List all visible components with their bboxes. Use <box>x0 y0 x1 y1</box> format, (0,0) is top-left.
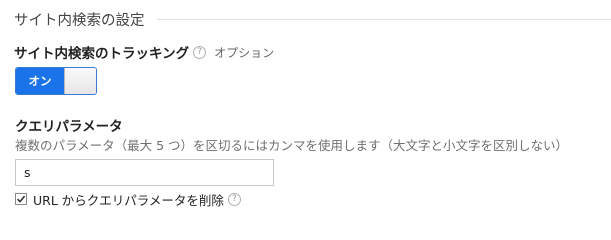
remove-query-param-checkbox[interactable] <box>15 193 27 205</box>
section-header: サイト内検索の設定 <box>14 8 611 30</box>
remove-query-param-row: URL からクエリパラメータを削除 ? <box>15 190 241 208</box>
query-parameter-label: クエリパラメータ <box>15 119 123 135</box>
site-search-settings-panel: サイト内検索の設定 サイト内検索のトラッキング ? オプション オン クエリパラ… <box>0 0 611 223</box>
section-title: サイト内検索の設定 <box>14 12 145 29</box>
optional-label: オプション <box>214 45 275 60</box>
checkmark-icon <box>16 195 26 203</box>
query-parameter-description: 複数のパラメータ（最大 5 つ）を区切るにはカンマを使用します（大文字と小文字を… <box>15 138 569 153</box>
help-icon[interactable]: ? <box>193 45 207 59</box>
site-search-tracking-toggle[interactable]: オン <box>15 67 97 95</box>
remove-query-param-label: URL からクエリパラメータを削除 <box>33 192 224 208</box>
section-divider <box>156 18 611 20</box>
tracking-row: サイト内検索のトラッキング ? オプション <box>14 42 274 62</box>
toggle-on-label: オン <box>16 68 64 94</box>
toggle-knob[interactable] <box>64 68 96 94</box>
site-search-tracking-label: サイト内検索のトラッキング <box>14 46 190 62</box>
query-parameter-input[interactable] <box>15 159 274 186</box>
help-icon[interactable]: ? <box>227 192 241 206</box>
